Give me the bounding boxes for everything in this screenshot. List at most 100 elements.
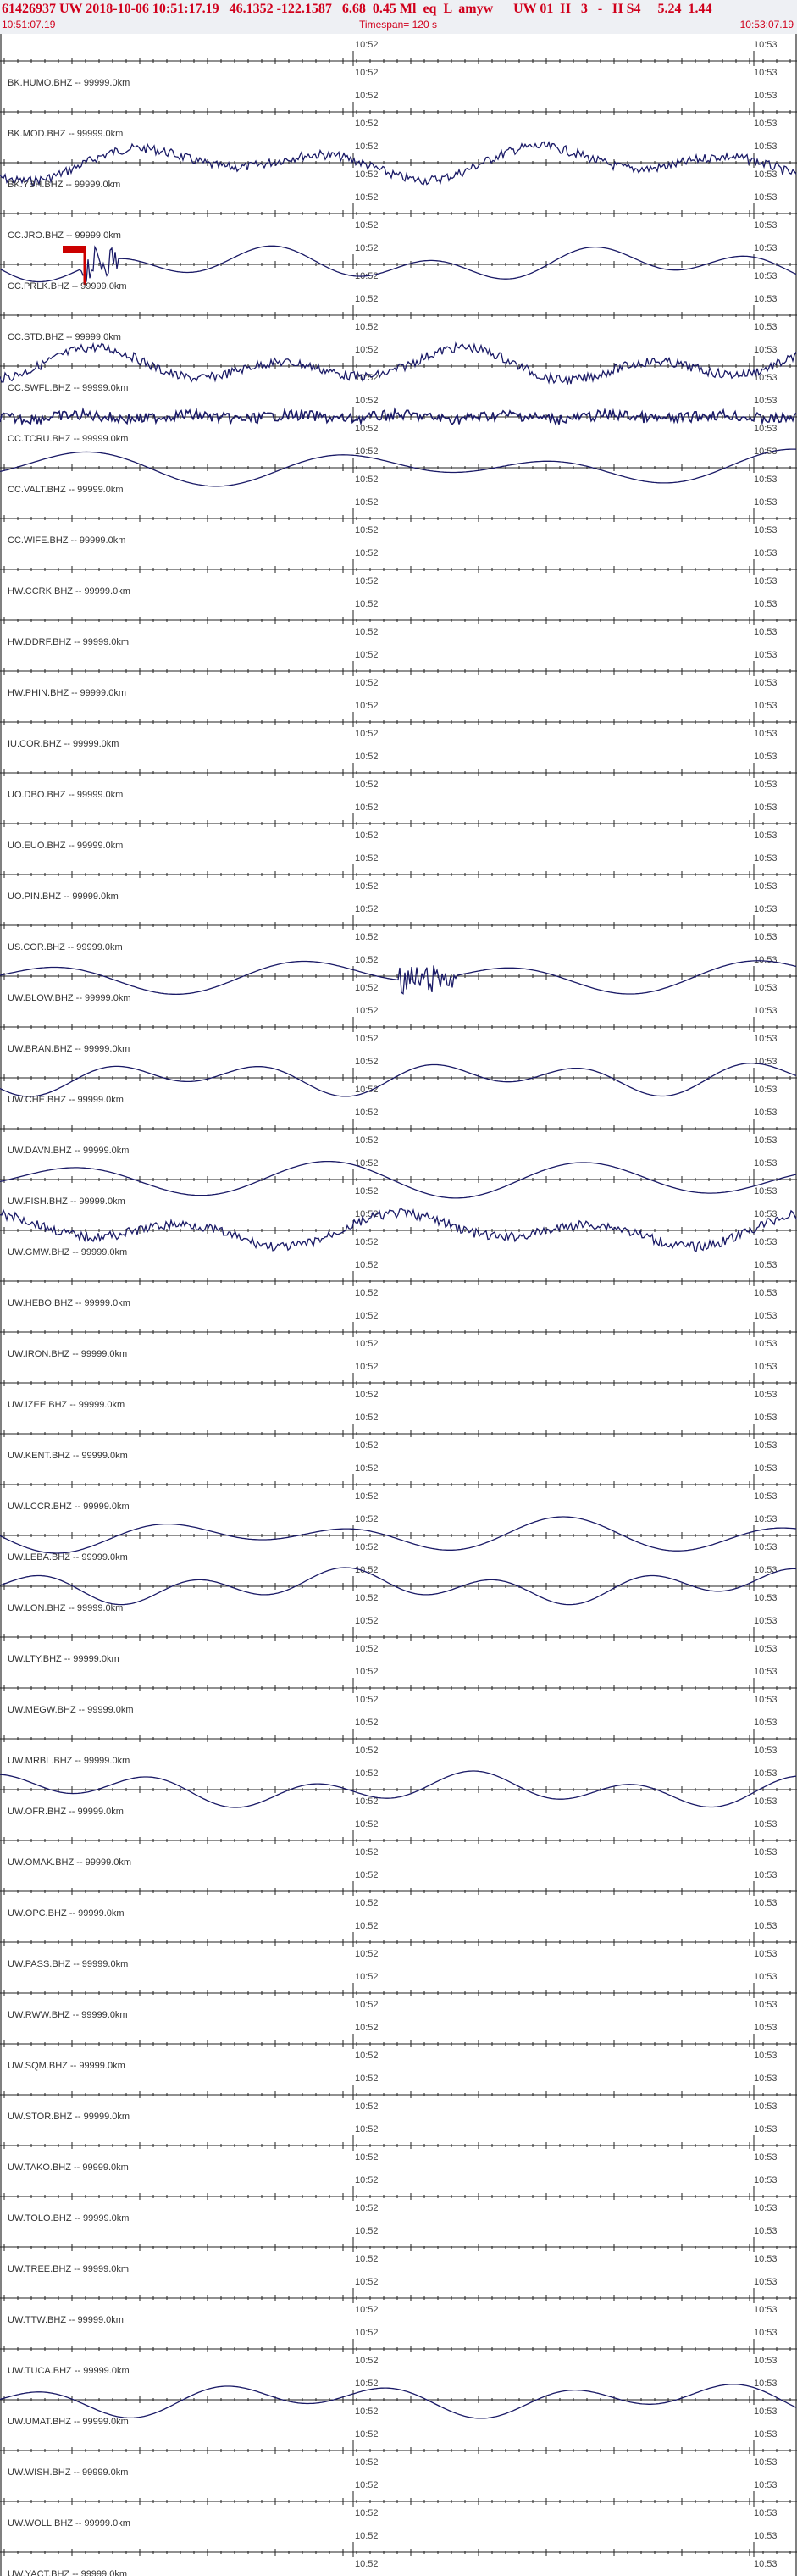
trace-row: 10:52 10:53 10:52 10:53 UW.TOLO.BHZ -- 99999…: [0, 2175, 797, 2223]
trace-row: 10:52 10:53 10:52 10:53 UO.EUO.BHZ -- 99999.…: [0, 802, 797, 851]
trace-row: 10:52 10:53 10:52 10:53 UW.FISH.BHZ -- 99999…: [0, 1158, 797, 1207]
tick-label-end: 10:53: [754, 983, 778, 993]
tick-label-end: 10:53: [754, 1921, 778, 1931]
station-label: HW.CCRK.BHZ -- 99999.0km: [8, 586, 130, 597]
tick-label-mid: 10:52: [355, 2480, 379, 2490]
station-label: UW.GMW.BHZ -- 99999.0km: [8, 1247, 127, 1257]
station-label: UW.OMAK.BHZ -- 99999.0km: [8, 1857, 131, 1868]
tick-label-mid: 10:52: [355, 1413, 379, 1423]
tick-label-mid: 10:52: [355, 1565, 379, 1575]
trace-row: 10:52 10:53 10:52 10:53 BK.YBH.BHZ -- 99999.…: [0, 141, 797, 190]
tick-label-end: 10:53: [754, 830, 778, 841]
tick-label-mid: 10:52: [355, 627, 379, 637]
station-label: CC.VALT.BHZ -- 99999.0km: [8, 485, 124, 495]
station-label: UW.TOLO.BHZ -- 99999.0km: [8, 2213, 129, 2223]
tick-label-end: 10:53: [754, 1413, 778, 1423]
tick-label-end: 10:53: [754, 678, 778, 688]
tick-label-mid: 10:52: [355, 2175, 379, 2185]
station-label: UW.LON.BHZ -- 99999.0km: [8, 1603, 123, 1613]
tick-label-mid: 10:52: [355, 40, 379, 50]
tick-label-end: 10:53: [754, 1339, 778, 1349]
tick-label-end: 10:53: [754, 1616, 778, 1626]
station-label: UW.IRON.BHZ -- 99999.0km: [8, 1349, 127, 1359]
tick-label-mid: 10:52: [355, 2074, 379, 2084]
tick-label-mid: 10:52: [355, 68, 379, 78]
tick-label-end: 10:53: [754, 2051, 778, 2061]
station-label: UW.MEGW.BHZ -- 99999.0km: [8, 1705, 134, 1715]
tick-label-end: 10:53: [754, 1034, 778, 1044]
tick-label-end: 10:53: [754, 2074, 778, 2084]
waveform-trace: [0, 960, 797, 996]
tick-label-mid: 10:52: [355, 1135, 379, 1146]
tick-label-end: 10:53: [754, 1949, 778, 1959]
tick-label-mid: 10:52: [355, 1796, 379, 1807]
tick-label-mid: 10:52: [355, 802, 379, 813]
station-label: UW.HEBO.BHZ -- 99999.0km: [8, 1298, 130, 1308]
tick-label-end: 10:53: [754, 2480, 778, 2490]
tick-label-end: 10:53: [754, 2175, 778, 2185]
tick-label-mid: 10:52: [355, 780, 379, 790]
tick-label-end: 10:53: [754, 1441, 778, 1451]
tick-label-mid: 10:52: [355, 1158, 379, 1169]
trace-row: 10:52 10:53 10:52 10:53 UW.TREE.BHZ -- 99999…: [0, 2226, 797, 2274]
tick-label-end: 10:53: [754, 2305, 778, 2315]
tick-label-mid: 10:52: [355, 2429, 379, 2440]
trace-row: 10:52 10:53 10:52 10:53 HW.CCRK.BHZ -- 99999…: [0, 548, 797, 597]
tick-label-mid: 10:52: [355, 2305, 379, 2315]
tick-label-mid: 10:52: [355, 1870, 379, 1880]
tick-label-end: 10:53: [754, 904, 778, 914]
station-label: CC.STD.BHZ -- 99999.0km: [8, 332, 121, 342]
trace-row: 10:52 10:53 10:52 10:53 CC.STD.BHZ -- 99999.…: [0, 294, 797, 342]
tick-label-mid: 10:52: [355, 1034, 379, 1044]
trace-row: 10:52 10:53 10:52 10:53 UW.OMAK.BHZ -- 99999…: [0, 1819, 797, 1868]
tick-label-mid: 10:52: [355, 881, 379, 891]
station-label: UW.OPC.BHZ -- 99999.0km: [8, 1908, 125, 1918]
tick-label-end: 10:53: [754, 497, 778, 508]
tick-label-end: 10:53: [754, 729, 778, 739]
tick-label-end: 10:53: [754, 1158, 778, 1169]
tick-label-end: 10:53: [754, 2023, 778, 2033]
trace-row: 10:52 10:53 10:52 10:53 UW.LTY.BHZ -- 99999.…: [0, 1616, 797, 1664]
trace-row: 10:52 10:53 10:52 10:53 BK.MOD.BHZ -- 99999.…: [0, 91, 797, 139]
trace-row: 10:52 10:53 10:52 10:53 UW.IRON.BHZ -- 99999…: [0, 1311, 797, 1359]
tick-label-mid: 10:52: [355, 2101, 379, 2112]
trace-row: 10:52 10:53 10:52 10:53 IU.COR.BHZ -- 99999.…: [0, 701, 797, 749]
tick-label-end: 10:53: [754, 1209, 778, 1219]
tick-label-mid: 10:52: [355, 220, 379, 230]
tick-label-end: 10:53: [754, 91, 778, 101]
station-label: UW.TUCA.BHZ -- 99999.0km: [8, 2366, 130, 2376]
trace-row: 10:52 10:53 10:52 10:53 UW.STOR.BHZ -- 99999…: [0, 2074, 797, 2122]
tick-label-end: 10:53: [754, 2277, 778, 2287]
tick-label-mid: 10:52: [355, 678, 379, 688]
tick-label-end: 10:53: [754, 1491, 778, 1502]
tick-label-mid: 10:52: [355, 1768, 379, 1779]
tick-label-mid: 10:52: [355, 1616, 379, 1626]
tick-label-end: 10:53: [754, 576, 778, 586]
tick-label-mid: 10:52: [355, 1209, 379, 1219]
tick-label-end: 10:53: [754, 1972, 778, 1982]
station-label: UW.RWW.BHZ -- 99999.0km: [8, 2010, 128, 2020]
tick-label-mid: 10:52: [355, 1491, 379, 1502]
tick-label-end: 10:53: [754, 1260, 778, 1270]
station-label: US.COR.BHZ -- 99999.0km: [8, 942, 123, 952]
waveform-trace: [0, 341, 797, 385]
station-label: UO.PIN.BHZ -- 99999.0km: [8, 891, 119, 902]
station-label: CC.SWFL.BHZ -- 99999.0km: [8, 383, 128, 393]
tick-label-end: 10:53: [754, 1288, 778, 1298]
tick-label-mid: 10:52: [355, 243, 379, 253]
tick-label-end: 10:53: [754, 68, 778, 78]
tick-label-mid: 10:52: [355, 424, 379, 434]
tick-label-mid: 10:52: [355, 2379, 379, 2389]
station-label: UW.TREE.BHZ -- 99999.0km: [8, 2264, 129, 2274]
tick-label-end: 10:53: [754, 1593, 778, 1603]
trace-row: 10:52 10:5310:52 10:53CC.SWFL.BHZ -- 99999…: [0, 341, 797, 393]
tick-label-mid: 10:52: [355, 2226, 379, 2236]
tick-label-mid: 10:52: [355, 1921, 379, 1931]
tick-label-mid: 10:52: [355, 142, 379, 152]
tick-label-mid: 10:52: [355, 576, 379, 586]
station-label: CC.TCRU.BHZ -- 99999.0km: [8, 434, 128, 444]
tick-label-mid: 10:52: [355, 1237, 379, 1247]
tick-label-mid: 10:52: [355, 2124, 379, 2135]
station-label: UW.YACT.BHZ -- 99999.0km: [8, 2569, 127, 2576]
station-label: HW.DDRF.BHZ -- 99999.0km: [8, 637, 129, 647]
